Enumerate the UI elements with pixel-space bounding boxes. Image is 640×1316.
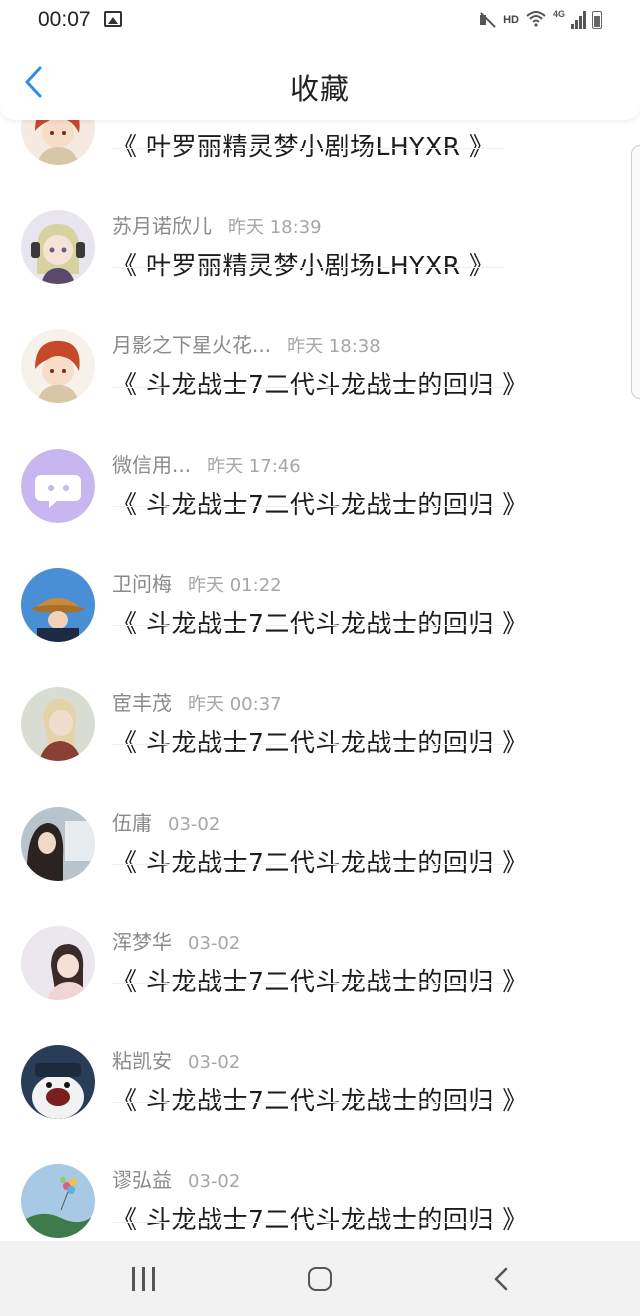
timestamp: 昨天 00:37 xyxy=(188,694,282,716)
timestamp: 03-02 xyxy=(188,1171,241,1193)
divider xyxy=(112,983,504,985)
list-item[interactable]: 卫问梅 昨天 01:22 《 斗龙战士7二代斗龙战士的回归 》 xyxy=(0,528,640,647)
edge-panel-handle[interactable] xyxy=(631,145,640,399)
list-item[interactable]: 月影之下星火花... 昨天 18:38 《 斗龙战士7二代斗龙战士的回归 》 xyxy=(0,289,640,408)
red-hair-character-icon[interactable] xyxy=(21,329,95,404)
divider xyxy=(112,1221,504,1223)
battery-icon xyxy=(592,11,602,29)
item-meta: 粘凯安 03-02 xyxy=(112,1045,240,1074)
timestamp: 03-02 xyxy=(168,813,221,835)
bucket-hat-photo-icon[interactable] xyxy=(21,567,95,642)
item-meta: 宦丰茂 昨天 00:37 xyxy=(112,687,282,716)
signal-icon xyxy=(571,11,586,29)
item-title[interactable]: 《 斗龙战士7二代斗龙战士的回归 》 xyxy=(112,843,528,879)
status-time: 00:07 xyxy=(38,8,91,31)
item-meta: 微信用... 昨天 17:46 xyxy=(112,449,301,478)
author-name[interactable]: 浑梦华 xyxy=(112,926,172,955)
item-meta: 浑梦华 03-02 xyxy=(112,926,240,955)
item-title[interactable]: 《 斗龙战士7二代斗龙战士的回归 》 xyxy=(112,723,528,759)
divider xyxy=(112,1102,504,1104)
divider xyxy=(112,625,504,627)
girl-illustration-icon[interactable] xyxy=(21,687,95,762)
item-title[interactable]: 《 叶罗丽精灵梦小剧场LHYXR 》 xyxy=(112,246,494,282)
home-button[interactable] xyxy=(308,1267,332,1291)
item-meta: 伍庸 03-02 xyxy=(112,807,220,836)
item-title[interactable]: 《 斗龙战士7二代斗龙战士的回归 》 xyxy=(112,962,528,998)
author-name[interactable]: 月影之下星火花... xyxy=(112,329,271,358)
girl-photo-icon[interactable] xyxy=(21,806,95,881)
list-item[interactable]: 谬弘益 03-02 《 斗龙战士7二代斗龙战士的回归 》 xyxy=(0,1124,640,1243)
author-name[interactable]: 谬弘益 xyxy=(112,1164,172,1193)
author-name[interactable]: 苏月诺欣儿 xyxy=(112,210,212,239)
timestamp: 昨天 17:46 xyxy=(207,455,301,477)
divider xyxy=(112,863,504,865)
status-bar: 00:07 HD 4G xyxy=(0,0,640,40)
bear-cartoon-icon[interactable] xyxy=(21,1045,95,1120)
item-title[interactable]: 《 斗龙战士7二代斗龙战士的回归 》 xyxy=(112,365,528,401)
hd-label: HD xyxy=(503,14,519,26)
list-item[interactable]: 苏月诺欣儿 昨天 18:39 《 叶罗丽精灵梦小剧场LHYXR 》 xyxy=(0,170,640,289)
timestamp: 昨天 18:39 xyxy=(228,217,322,238)
navigation-bar xyxy=(0,1241,640,1316)
divider xyxy=(112,386,504,388)
recents-button[interactable] xyxy=(128,1267,158,1291)
status-icons: HD 4G xyxy=(477,9,602,31)
item-title[interactable]: 《 斗龙战士7二代斗龙战士的回归 》 xyxy=(112,604,528,640)
back-icon xyxy=(494,1267,508,1291)
item-title[interactable]: 《 斗龙战士7二代斗龙战士的回归 》 xyxy=(112,1200,528,1236)
back-nav-button[interactable] xyxy=(488,1265,516,1293)
author-name[interactable]: 卫问梅 xyxy=(112,568,172,597)
screen: 00:07 HD 4G 收藏 《 叶罗丽精灵梦小剧场LHYXR 》 苏月诺欣儿 … xyxy=(0,0,640,1316)
timestamp: 昨天 18:38 xyxy=(287,336,381,358)
mute-icon xyxy=(477,10,497,30)
header: 收藏 xyxy=(0,40,640,120)
timestamp: 昨天 01:22 xyxy=(188,574,282,596)
item-meta: 谬弘益 03-02 xyxy=(112,1164,240,1193)
list-item[interactable]: 伍庸 03-02 《 斗龙战士7二代斗龙战士的回归 》 xyxy=(0,767,640,886)
balloon-landscape-icon[interactable] xyxy=(21,1164,95,1239)
blonde-headphones-character-icon[interactable] xyxy=(21,210,95,284)
item-meta: 月影之下星火花... 昨天 18:38 xyxy=(112,329,381,358)
image-notification-icon xyxy=(104,11,122,27)
timestamp: 03-02 xyxy=(188,932,241,954)
chat-bubble-icon[interactable] xyxy=(21,448,95,523)
network-type-label: 4G xyxy=(552,9,565,19)
list-item[interactable]: 浑梦华 03-02 《 斗龙战士7二代斗龙战士的回归 》 xyxy=(0,886,640,1005)
author-name[interactable]: 粘凯安 xyxy=(112,1045,172,1074)
item-title[interactable]: 《 斗龙战士7二代斗龙战士的回归 》 xyxy=(112,1081,528,1117)
divider xyxy=(112,267,504,269)
item-meta: 卫问梅 昨天 01:22 xyxy=(112,568,282,597)
timestamp: 03-02 xyxy=(188,1052,241,1074)
divider xyxy=(112,505,504,507)
author-name[interactable]: 伍庸 xyxy=(112,807,152,836)
author-name[interactable]: 微信用... xyxy=(112,449,191,478)
list-item[interactable]: 微信用... 昨天 17:46 《 斗龙战士7二代斗龙战士的回归 》 xyxy=(0,409,640,528)
author-name[interactable]: 宦丰茂 xyxy=(112,687,172,716)
pink-girl-photo-icon[interactable] xyxy=(21,925,95,1000)
list-item[interactable]: 粘凯安 03-02 《 斗龙战士7二代斗龙战士的回归 》 xyxy=(0,1005,640,1124)
page-title: 收藏 xyxy=(289,72,350,106)
list-item[interactable]: 宦丰茂 昨天 00:37 《 斗龙战士7二代斗龙战士的回归 》 xyxy=(0,647,640,766)
wifi-icon xyxy=(525,9,547,31)
divider xyxy=(112,148,504,150)
item-meta: 苏月诺欣儿 昨天 18:39 xyxy=(112,210,322,239)
item-title[interactable]: 《 斗龙战士7二代斗龙战士的回归 》 xyxy=(112,485,528,521)
divider xyxy=(112,744,504,746)
item-title[interactable]: 《 叶罗丽精灵梦小剧场LHYXR 》 xyxy=(112,127,494,163)
